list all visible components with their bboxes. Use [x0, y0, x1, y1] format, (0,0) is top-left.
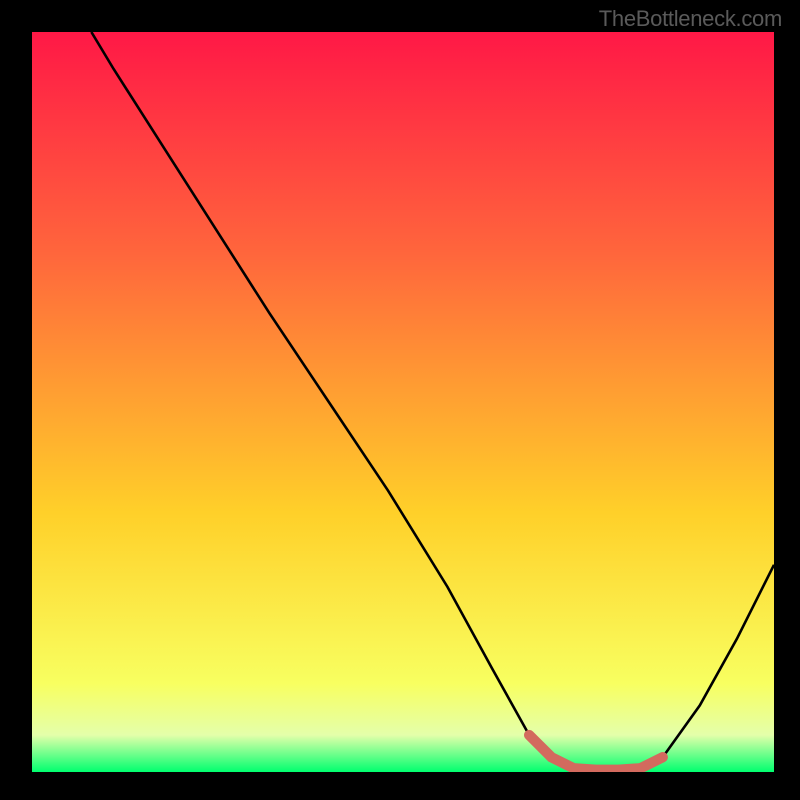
- chart-svg: [32, 32, 774, 772]
- bottleneck-chart: [32, 32, 774, 772]
- gradient-background: [32, 32, 774, 772]
- attribution-text: TheBottleneck.com: [599, 6, 782, 32]
